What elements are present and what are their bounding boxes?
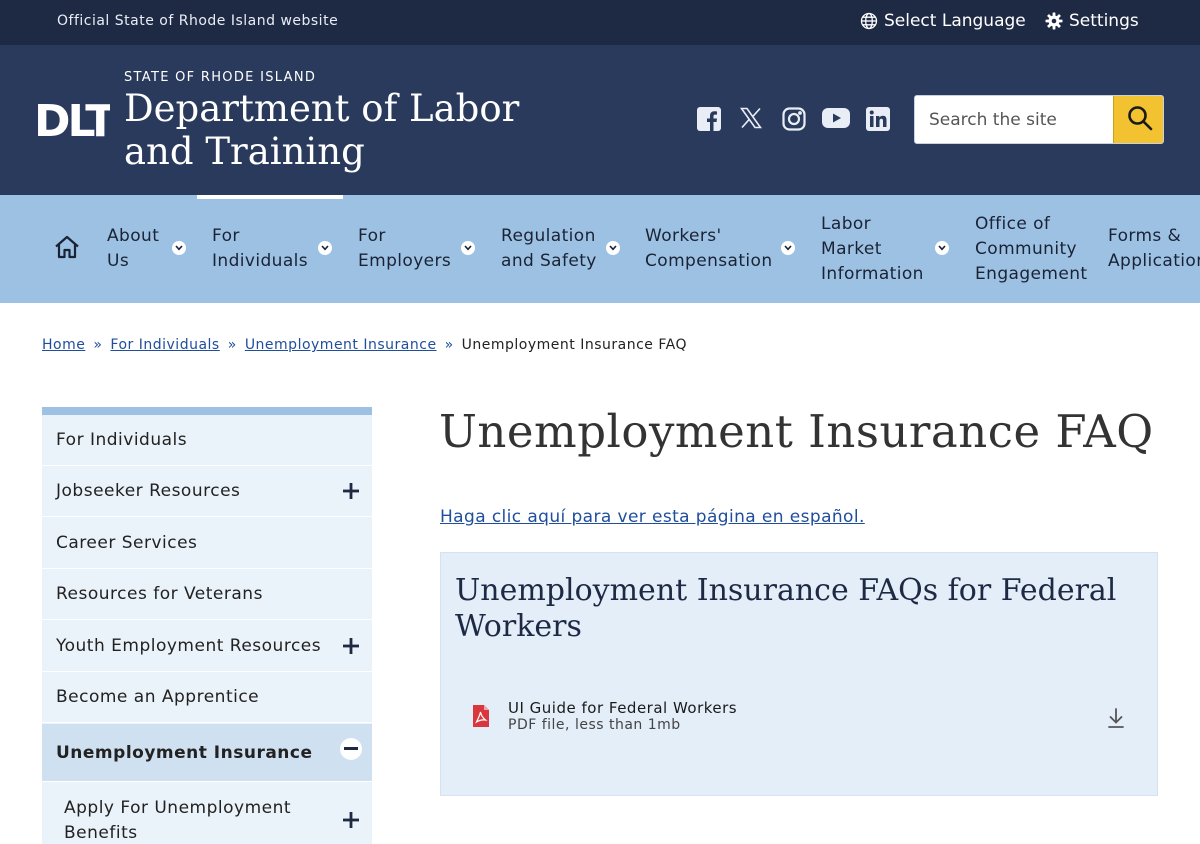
search-icon <box>1127 105 1153 135</box>
sidebar-item-youth-employment-resources[interactable]: Youth Employment Resources <box>42 621 372 672</box>
breadcrumb-for-individuals-link[interactable]: For Individuals <box>110 337 219 353</box>
nav-label: Forms & Applications <box>1108 226 1200 271</box>
utility-bar: Official State of Rhode Island website S… <box>0 0 1200 45</box>
site-header: DLT STATE OF RHODE ISLAND Department of … <box>0 45 1200 195</box>
breadcrumb: Home » For Individuals » Unemployment In… <box>42 337 687 353</box>
federal-workers-section: Unemployment Insurance FAQs for Federal … <box>440 552 1158 796</box>
sidebar-item-label: Jobseeker Resources <box>56 481 241 501</box>
sidebar-item-label: Resources for Veterans <box>56 584 263 604</box>
spanish-version-link[interactable]: Haga clic aquí para ver esta página en e… <box>440 507 865 527</box>
file-name[interactable]: UI Guide for Federal Workers <box>508 699 737 717</box>
chevron-down-icon[interactable] <box>318 241 332 255</box>
main-navigation: About Us For Individuals For Employers R… <box>0 195 1200 303</box>
nav-about-us[interactable]: About Us <box>107 195 187 303</box>
breadcrumb-separator: » <box>444 337 454 353</box>
file-meta: PDF file, less than 1mb <box>508 717 681 733</box>
nav-label: For Employers <box>358 226 452 271</box>
settings-button[interactable]: Settings <box>1045 11 1139 31</box>
state-name: STATE OF RHODE ISLAND <box>124 70 317 85</box>
chevron-down-icon[interactable] <box>781 241 795 255</box>
select-language-button[interactable]: Select Language <box>860 11 1026 31</box>
nav-forms-and-applications[interactable]: Forms & Applications <box>1108 195 1200 303</box>
sidebar-item-label: Career Services <box>56 533 198 553</box>
facebook-icon[interactable] <box>697 107 721 135</box>
nav-labor-market-information[interactable]: Labor Market Information <box>821 195 953 303</box>
breadcrumb-unemployment-insurance-link[interactable]: Unemployment Insurance <box>245 337 437 353</box>
nav-for-employers[interactable]: For Employers <box>358 195 478 303</box>
nav-label: About Us <box>107 226 160 271</box>
nav-workers-compensation[interactable]: Workers' Compensation <box>645 195 797 303</box>
page-title: Unemployment Insurance FAQ <box>439 405 1154 458</box>
youtube-icon[interactable] <box>822 107 850 133</box>
dlt-logo[interactable]: DLT <box>34 96 118 147</box>
sidebar-item-label: Unemployment Insurance <box>56 742 313 763</box>
pdf-icon <box>471 704 491 732</box>
chevron-down-icon[interactable] <box>172 241 186 255</box>
linkedin-icon[interactable] <box>866 107 890 135</box>
plus-icon[interactable] <box>343 483 359 499</box>
nav-label: Regulation and Safety <box>501 226 597 271</box>
chevron-down-icon[interactable] <box>935 241 949 255</box>
department-name[interactable]: Department of Labor and Training <box>124 87 564 173</box>
nav-label: Workers' Compensation <box>645 226 773 271</box>
minus-icon[interactable] <box>340 738 362 760</box>
breadcrumb-separator: » <box>227 337 237 353</box>
sidebar-item-resources-for-veterans[interactable]: Resources for Veterans <box>42 569 372 620</box>
chevron-down-icon[interactable] <box>606 241 620 255</box>
official-site-text: Official State of Rhode Island website <box>57 13 339 29</box>
sidebar-subitem-label: Apply For Unemployment Benefits <box>64 798 292 843</box>
gear-icon <box>1045 12 1063 30</box>
sidebar-subitem-apply-for-unemployment-benefits[interactable]: Apply For Unemployment Benefits <box>51 782 372 844</box>
search-input[interactable] <box>915 96 1113 143</box>
instagram-icon[interactable] <box>782 107 806 135</box>
svg-text:DLT: DLT <box>34 100 110 138</box>
sidebar-item-label: For Individuals <box>56 430 188 450</box>
plus-icon[interactable] <box>343 811 359 828</box>
nav-label: Office of Community Engagement <box>975 213 1088 284</box>
breadcrumb-home-link[interactable]: Home <box>42 337 85 353</box>
breadcrumb-current: Unemployment Insurance FAQ <box>461 337 687 353</box>
sidebar-item-unemployment-insurance[interactable]: Unemployment Insurance <box>42 724 372 782</box>
section-title: Unemployment Insurance FAQs for Federal … <box>455 573 1117 644</box>
sidebar-item-become-an-apprentice[interactable]: Become an Apprentice <box>42 672 372 723</box>
sidebar-item-label: Become an Apprentice <box>56 687 260 707</box>
sidebar-item-for-individuals[interactable]: For Individuals <box>42 415 372 466</box>
sidebar-nav: For Individuals Jobseeker Resources Care… <box>42 407 372 844</box>
download-icon[interactable] <box>1107 708 1125 732</box>
search-form <box>914 95 1164 144</box>
nav-active-indicator <box>197 195 343 199</box>
nav-label: Labor Market Information <box>821 213 924 284</box>
settings-label: Settings <box>1069 11 1139 31</box>
nav-label: For Individuals <box>212 226 309 271</box>
sidebar-item-jobseeker-resources[interactable]: Jobseeker Resources <box>42 466 372 517</box>
chevron-down-icon[interactable] <box>461 241 475 255</box>
breadcrumb-separator: » <box>93 337 103 353</box>
sidebar-item-label: Youth Employment Resources <box>56 636 322 656</box>
globe-icon <box>860 12 878 30</box>
nav-for-individuals[interactable]: For Individuals <box>212 195 334 303</box>
home-icon[interactable] <box>54 235 80 263</box>
x-icon[interactable] <box>739 107 763 133</box>
select-language-label: Select Language <box>884 11 1026 31</box>
file-download-item[interactable]: UI Guide for Federal Workers PDF file, l… <box>471 698 1131 748</box>
sidebar-item-career-services[interactable]: Career Services <box>42 518 372 569</box>
plus-icon[interactable] <box>343 638 359 654</box>
nav-regulation-and-safety[interactable]: Regulation and Safety <box>501 195 623 303</box>
nav-office-of-community-engagement[interactable]: Office of Community Engagement <box>975 195 1091 303</box>
search-button[interactable] <box>1113 96 1163 143</box>
